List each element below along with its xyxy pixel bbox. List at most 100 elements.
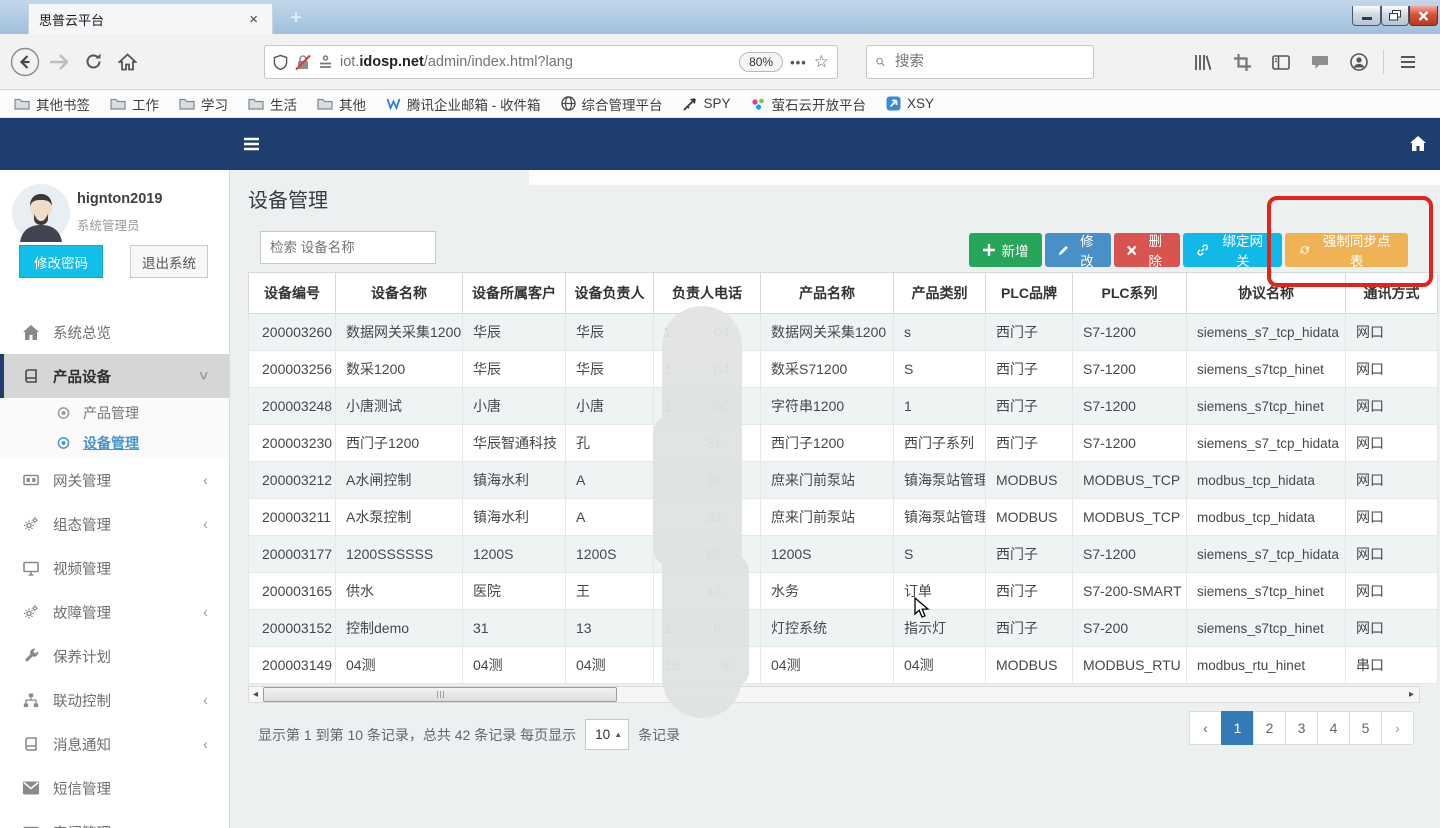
back-icon bbox=[10, 47, 40, 77]
home-button[interactable] bbox=[110, 45, 144, 79]
gateway-card-icon bbox=[22, 472, 40, 488]
bookmark-life[interactable]: 生活 bbox=[248, 94, 297, 114]
col-category[interactable]: 产品类别 bbox=[894, 273, 986, 314]
bookmark-ezviz[interactable]: 萤石云开放平台 bbox=[751, 94, 867, 114]
delete-button[interactable]: 删除 bbox=[1114, 233, 1180, 267]
browser-tab[interactable]: 思普云平台 × bbox=[28, 3, 273, 34]
sidebar-item-config[interactable]: 组态管理 ‹ bbox=[0, 502, 230, 546]
page-button[interactable]: 3 bbox=[1285, 711, 1318, 745]
cell-plc-brand: 西门子 bbox=[986, 536, 1073, 573]
back-button[interactable] bbox=[8, 45, 42, 79]
bookmark-star-icon[interactable]: ☆ bbox=[814, 52, 829, 72]
chevron-left-icon: ‹ bbox=[203, 692, 208, 709]
sidebar-item-device-mgmt[interactable]: 设备管理 bbox=[0, 428, 230, 458]
app-home-icon[interactable] bbox=[1410, 136, 1426, 151]
cell-device-id: 200003212 bbox=[249, 462, 336, 499]
browser-search-input[interactable] bbox=[893, 53, 1084, 71]
sidebar-item-overview[interactable]: 系统总览 bbox=[0, 310, 230, 354]
cell-plc-brand: MODBUS bbox=[986, 499, 1073, 536]
page-size-select[interactable]: 10 ▲ bbox=[585, 719, 629, 750]
sidebar-item-partial-bottom[interactable]: 空间管理 bbox=[0, 810, 230, 828]
bookmark-admin-platform[interactable]: 综合管理平台 bbox=[561, 94, 663, 114]
col-owner[interactable]: 设备负责人 bbox=[566, 273, 654, 314]
sidebar-item-gateway[interactable]: 网关管理 ‹ bbox=[0, 458, 230, 502]
bookmark-study[interactable]: 学习 bbox=[179, 94, 228, 114]
bookmark-other[interactable]: 其他书签 bbox=[14, 94, 90, 114]
cell-owner: A bbox=[566, 499, 654, 536]
table-row[interactable]: 200003248 小唐测试 小唐 小唐 100 字符串1200 1 西门子 S… bbox=[249, 388, 1438, 425]
cell-comm: 网口 bbox=[1346, 610, 1438, 647]
cell-device-name: 供水 bbox=[336, 573, 463, 610]
table-row[interactable]: 200003260 数据网关采集1200 华辰 华辰 104 数据网关采集120… bbox=[249, 314, 1438, 351]
col-protocol[interactable]: 协议名称 bbox=[1187, 273, 1346, 314]
menu-button[interactable] bbox=[1393, 45, 1423, 79]
scrollbar-thumb[interactable] bbox=[263, 687, 617, 702]
screenshot-button[interactable] bbox=[1227, 45, 1257, 79]
sidebar-collapse-icon[interactable] bbox=[243, 137, 260, 151]
col-device-name[interactable]: 设备名称 bbox=[336, 273, 463, 314]
col-customer[interactable]: 设备所属客户 bbox=[463, 273, 566, 314]
logout-button[interactable]: 退出系统 bbox=[130, 245, 208, 278]
edit-button[interactable]: 修改 bbox=[1045, 233, 1111, 267]
account-button[interactable] bbox=[1344, 45, 1374, 79]
sidebar-item-video[interactable]: 视频管理 bbox=[0, 546, 230, 590]
window-close-button[interactable] bbox=[1409, 6, 1438, 26]
page-button[interactable]: ‹ bbox=[1189, 711, 1222, 745]
col-plc-brand[interactable]: PLC品牌 bbox=[986, 273, 1073, 314]
col-plc-series[interactable]: PLC系列 bbox=[1073, 273, 1187, 314]
bind-gateway-button[interactable]: 绑定网关 bbox=[1183, 233, 1282, 267]
table-row[interactable]: 200003165 供水 医院 王 41 水务 订单 西门子 S7-200-SM… bbox=[249, 573, 1438, 610]
table-row[interactable]: 200003256 数采1200 华辰 华辰 104 数采S71200 S 西门… bbox=[249, 351, 1438, 388]
cell-device-name: 1200SSSSSS bbox=[336, 536, 463, 573]
window-minimize-button[interactable] bbox=[1352, 6, 1381, 26]
page-button[interactable]: 4 bbox=[1317, 711, 1350, 745]
tab-close-icon[interactable]: × bbox=[245, 11, 262, 28]
library-button[interactable] bbox=[1188, 45, 1218, 79]
bookmark-spy[interactable]: SPY bbox=[683, 96, 731, 111]
force-sync-button[interactable]: 强制同步点表 bbox=[1285, 233, 1408, 267]
sidebar-toggle-button[interactable] bbox=[1266, 45, 1296, 79]
scroll-left-arrow[interactable]: ◂ bbox=[249, 687, 262, 702]
page-button[interactable]: › bbox=[1381, 711, 1414, 745]
table-row[interactable]: 200003212 A水闸控制 镇海水利 A 33 庶来门前泵站 镇海泵站管理 … bbox=[249, 462, 1438, 499]
table-row[interactable]: 200003230 西门子1200 华辰智通科技 孔 31 西门子1200 西门… bbox=[249, 425, 1438, 462]
table-row[interactable]: 200003211 A水泵控制 镇海水利 A 33 庶来门前泵站 镇海泵站管理 … bbox=[249, 499, 1438, 536]
sidebar-item-linkage[interactable]: 联动控制 ‹ bbox=[0, 678, 230, 722]
url-bar[interactable]: iot.idosp.net/admin/index.html?lang 80% … bbox=[264, 45, 838, 79]
table-row[interactable]: 200003149 04测 04测 04测 158 04测 04测 MODBUS… bbox=[249, 647, 1438, 684]
sidebar-item-product-device[interactable]: 产品设备 ˅ bbox=[0, 354, 230, 398]
bookmark-tencent-mail[interactable]: 腾讯企业邮箱 - 收件箱 bbox=[386, 94, 541, 114]
page-actions-icon[interactable]: ••• bbox=[790, 55, 807, 70]
sidebar-item-maintenance[interactable]: 保养计划 bbox=[0, 634, 230, 678]
page-button[interactable]: 5 bbox=[1349, 711, 1382, 745]
table-row[interactable]: 200003177 1200SSSSSS 1200S 1200S 88 1200… bbox=[249, 536, 1438, 573]
col-comm[interactable]: 通讯方式 bbox=[1346, 273, 1438, 314]
cell-category: 西门子系列 bbox=[894, 425, 986, 462]
table-row[interactable]: 200003152 控制demo 31 13 18 灯控系统 指示灯 西门子 S… bbox=[249, 610, 1438, 647]
forward-button[interactable] bbox=[42, 45, 76, 79]
page-button[interactable]: 2 bbox=[1253, 711, 1286, 745]
shield-icon bbox=[273, 54, 288, 71]
bookmark-xsy[interactable]: XSY bbox=[886, 96, 934, 111]
sidebar-item-product-mgmt[interactable]: 产品管理 bbox=[0, 398, 230, 428]
device-search-input[interactable] bbox=[260, 231, 436, 264]
bookmark-misc[interactable]: 其他 bbox=[317, 94, 366, 114]
new-tab-button[interactable]: + bbox=[283, 6, 309, 32]
bookmark-work[interactable]: 工作 bbox=[110, 94, 159, 114]
pocket-button[interactable] bbox=[1305, 45, 1335, 79]
col-device-id[interactable]: 设备编号 bbox=[249, 273, 336, 314]
browser-search-box[interactable] bbox=[866, 45, 1094, 79]
zoom-level-badge[interactable]: 80% bbox=[739, 52, 783, 72]
scroll-right-arrow[interactable]: ▸ bbox=[1405, 687, 1418, 702]
sidebar-item-fault[interactable]: 故障管理 ‹ bbox=[0, 590, 230, 634]
col-product[interactable]: 产品名称 bbox=[761, 273, 894, 314]
change-password-button[interactable]: 修改密码 bbox=[19, 245, 103, 278]
reload-button[interactable] bbox=[76, 45, 110, 79]
cell-customer: 小唐 bbox=[463, 388, 566, 425]
window-restore-button[interactable] bbox=[1381, 6, 1409, 26]
sidebar-item-message[interactable]: 消息通知 ‹ bbox=[0, 722, 230, 766]
sidebar-item-sms[interactable]: 短信管理 bbox=[0, 766, 230, 810]
add-button[interactable]: 新增 bbox=[969, 233, 1042, 267]
page-button[interactable]: 1 bbox=[1221, 711, 1254, 745]
cell-owner: 04测 bbox=[566, 647, 654, 684]
